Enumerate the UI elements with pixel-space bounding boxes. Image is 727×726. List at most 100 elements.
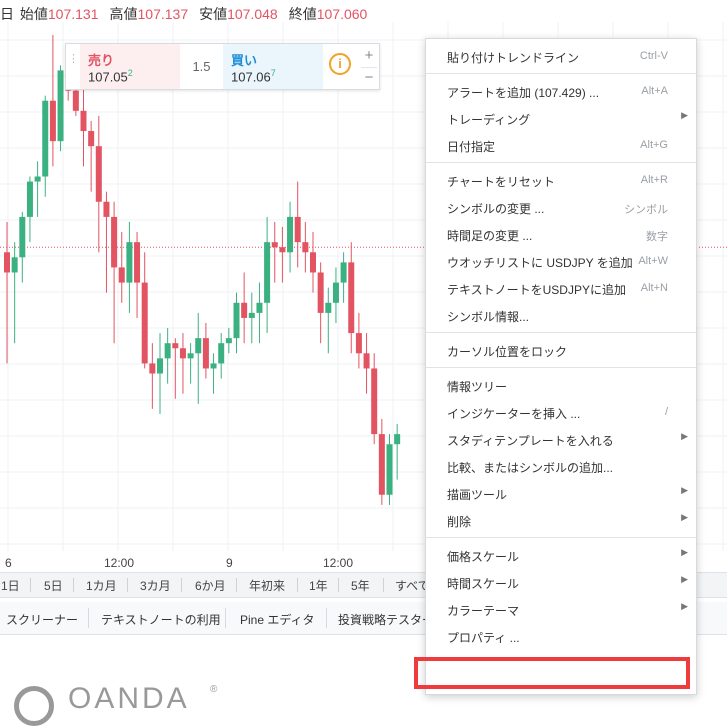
info-icon[interactable]: i [329, 53, 351, 75]
menu-item[interactable]: 削除 ▶ [426, 507, 696, 533]
time-tick: 12:00 [104, 556, 135, 570]
menu-item-label: アラートを追加 (107.429) ... [447, 86, 600, 100]
menu-item[interactable]: 比較、またはシンボルの追加... [426, 453, 696, 479]
range-6m[interactable]: 6か月 [191, 577, 230, 594]
menu-item[interactable]: 時間スケール ▶ [426, 569, 696, 595]
candle-down [111, 216, 118, 268]
menu-item[interactable]: ウオッチリストに USDJPY を追加 Alt+W [426, 248, 696, 274]
menu-item[interactable]: テキストノートをUSDJPYに追加 Alt+N [426, 275, 696, 301]
low-label: 安値 [199, 6, 228, 22]
tab-screener[interactable]: スクリーナー [6, 611, 78, 628]
plus-icon[interactable]: + [361, 46, 377, 66]
candle-up [157, 358, 163, 374]
menu-item-shortcut: 数字 [646, 231, 668, 243]
menu-item-label: 情報ツリー [447, 380, 508, 394]
submenu-arrow-icon: ▶ [681, 601, 688, 611]
menu-divider [426, 162, 696, 163]
tab-pine-editor[interactable]: Pine エディタ [240, 611, 315, 628]
menu-item[interactable]: シンボル情報... [426, 302, 696, 328]
candle-up [218, 343, 225, 364]
menu-item[interactable]: 価格スケール ▶ [426, 542, 696, 568]
candle-up [332, 282, 339, 303]
menu-item[interactable]: 情報ツリー [426, 372, 696, 398]
menu-divider [426, 537, 696, 538]
menu-item-label: 時間足の変更 ... [447, 229, 533, 243]
submenu-arrow-icon: ▶ [681, 485, 688, 495]
menu-item-shortcut: Alt+W [638, 255, 668, 267]
candle-down [141, 282, 148, 364]
tab-strategy-tester[interactable]: 投資戦略テスター [338, 611, 434, 628]
menu-item-label: テキストノートをUSDJPYに追加 [447, 283, 626, 297]
menu-item-label: 価格スケール [447, 550, 520, 564]
candle-down [355, 333, 362, 354]
submenu-arrow-icon: ▶ [681, 431, 688, 441]
candle-down [4, 252, 10, 273]
menu-item[interactable]: チャートをリセット Alt+R [426, 167, 696, 193]
menu-item-label: カーソル位置をロック [447, 345, 568, 359]
menu-item[interactable]: 時間足の変更 ... 数字 [426, 221, 696, 247]
candle-down [149, 363, 156, 374]
menu-item[interactable]: インジケーターを挿入 ... / [426, 399, 696, 425]
menu-item-label: ウオッチリストに USDJPY を追加 [447, 256, 633, 270]
candle-down [317, 272, 324, 313]
menu-item[interactable]: カラーテーマ ▶ [426, 596, 696, 622]
sell-button[interactable]: 売り 107.052 [80, 44, 180, 89]
logo-mark-icon [14, 686, 54, 726]
menu-item[interactable]: 貼り付けトレンドライン Ctrl-V [426, 43, 696, 69]
candle-down [294, 216, 301, 243]
range-1y[interactable]: 1年 [305, 577, 332, 594]
menu-item[interactable]: 日付指定 Alt+G [426, 132, 696, 158]
candle-down [172, 343, 179, 349]
menu-item[interactable]: プロパティ ... [426, 623, 696, 649]
low-value: 107.048 [227, 6, 278, 22]
tab-text-notes[interactable]: テキストノートの利用 [101, 611, 221, 628]
spread-value: 1.5 [192, 59, 211, 74]
sell-label: 売り [88, 53, 115, 68]
menu-item-label: 時間スケール [447, 577, 520, 591]
high-value: 107.137 [137, 6, 189, 22]
candle-down [118, 267, 125, 283]
candle-down [378, 434, 385, 495]
menu-item[interactable]: スタディテンプレートを入れる ▶ [426, 426, 696, 452]
submenu-arrow-icon: ▶ [681, 547, 688, 557]
open-label: 始値 [19, 6, 48, 22]
minus-icon[interactable]: − [361, 67, 377, 88]
candle-down [363, 353, 370, 369]
submenu-arrow-icon: ▶ [681, 512, 688, 522]
buy-button[interactable]: 買い 107.067 [223, 44, 323, 89]
divider [236, 578, 237, 592]
menu-item-label: チャートをリセット [447, 175, 555, 189]
menu-item-shortcut: シンボル [624, 204, 668, 216]
menu-item[interactable]: トレーディング ▶ [426, 105, 696, 131]
candle-down [348, 262, 355, 334]
candle-down [80, 110, 87, 132]
menu-item-label: シンボル情報... [447, 310, 530, 324]
highlight-box [414, 657, 690, 689]
logo-registered: ® [210, 684, 218, 695]
menu-item-label: 比較、またはシンボルの追加... [447, 461, 614, 475]
candle-up [225, 338, 232, 344]
menu-item[interactable]: シンボルの変更 ... シンボル [426, 194, 696, 220]
range-ytd[interactable]: 年初来 [245, 577, 289, 594]
divider [297, 578, 298, 592]
range-1m[interactable]: 1カ月 [82, 577, 121, 594]
menu-item[interactable]: アラートを追加 (107.429) ... Alt+A [426, 78, 696, 104]
range-5d[interactable]: 5日 [40, 577, 67, 594]
divider [30, 578, 31, 592]
candle-up [126, 242, 133, 283]
high-label: 高値 [109, 6, 138, 22]
drag-handle-icon[interactable]: ⋮⋮ [68, 54, 91, 65]
candle-up [195, 338, 202, 354]
menu-item-shortcut: Alt+N [640, 282, 668, 294]
divider [73, 578, 74, 592]
menu-item[interactable]: カーソル位置をロック [426, 337, 696, 363]
logo-text: OANDA [68, 682, 190, 715]
range-1d[interactable]: 1日 [0, 577, 24, 594]
menu-item-label: 貼り付けトレンドライン [447, 51, 580, 65]
range-3m[interactable]: 3カ月 [136, 577, 175, 594]
candle-down [241, 302, 248, 318]
menu-item-shortcut: Alt+A [641, 85, 668, 97]
menu-item[interactable]: 描画ツール ▶ [426, 480, 696, 506]
submenu-arrow-icon: ▶ [681, 574, 688, 584]
range-5y[interactable]: 5年 [347, 577, 374, 594]
